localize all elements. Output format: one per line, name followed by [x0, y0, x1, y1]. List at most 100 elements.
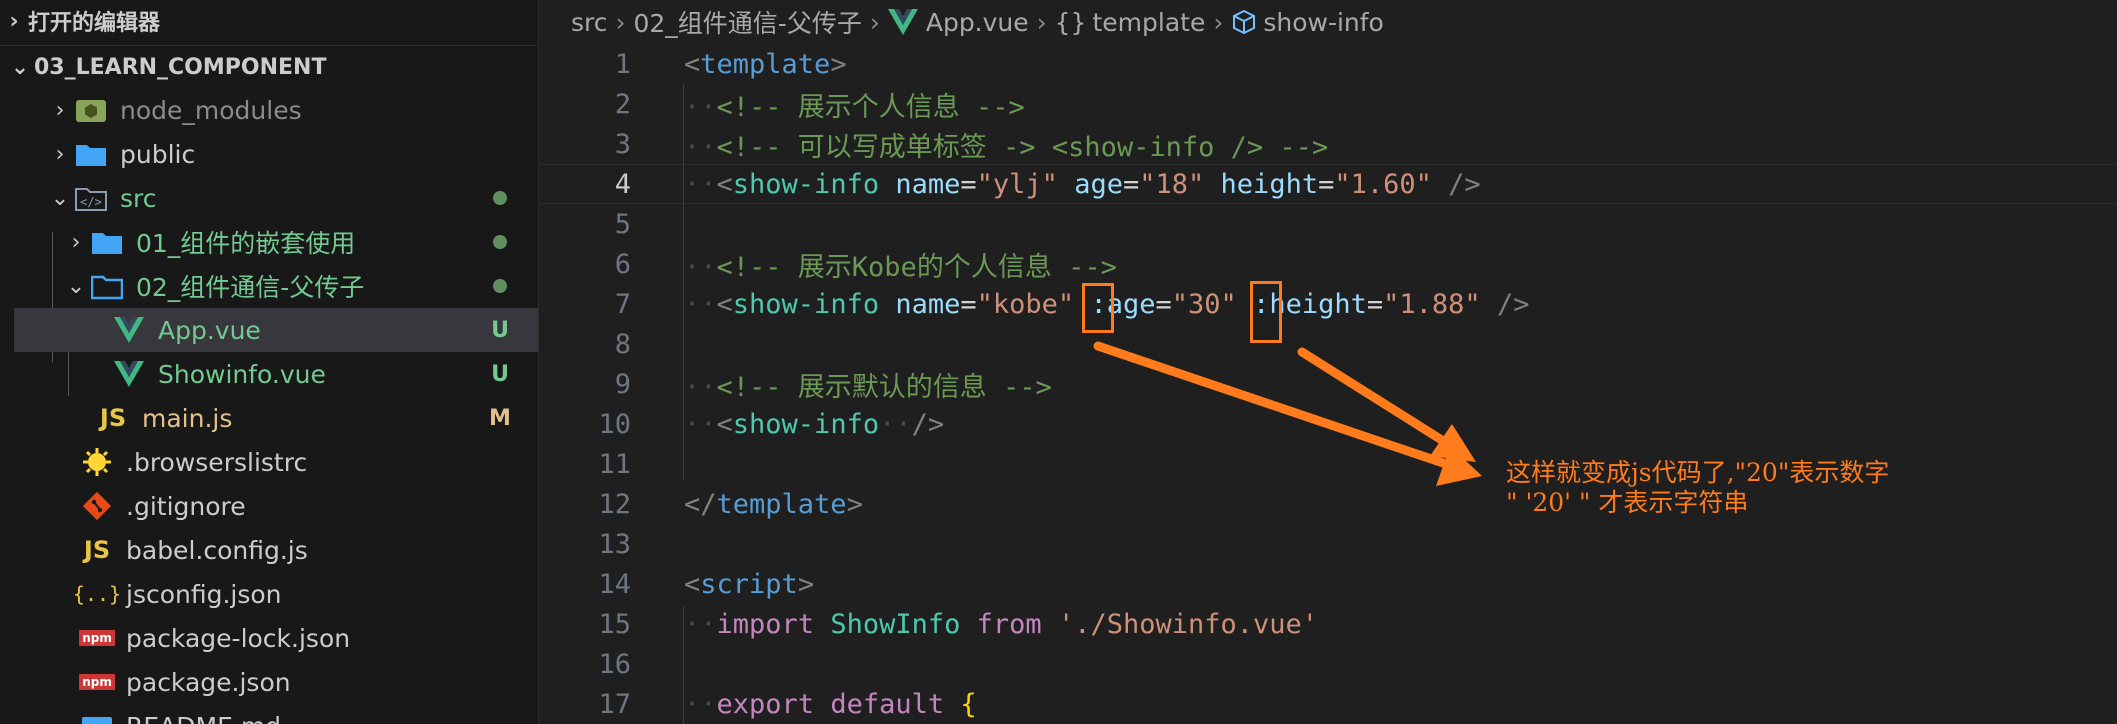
browserslist-icon: [80, 447, 114, 477]
vue-icon: [112, 315, 146, 345]
chevron-down-icon: ⌄: [66, 273, 86, 299]
tree-item-jsconfig[interactable]: {..} jsconfig.json: [14, 572, 538, 616]
breadcrumb-src[interactable]: src: [571, 8, 608, 37]
chevron-right-icon: ›: [71, 229, 81, 255]
chevron-right-icon: ›: [869, 7, 880, 37]
tree-item-main-js[interactable]: JS main.js M: [14, 396, 538, 440]
line-number: 1: [614, 48, 631, 80]
vue-icon: [887, 9, 918, 35]
open-editors-header[interactable]: › 打开的编辑器: [0, 0, 538, 42]
modified-dot-badge: [480, 274, 520, 299]
code-line: 7 ··<show-info name="kobe" :age="30" :he…: [539, 284, 2117, 324]
tree-item-folder-02[interactable]: ⌄ 02_组件通信-父传子: [14, 264, 538, 308]
line-number: 13: [598, 528, 631, 560]
breadcrumb-folder[interactable]: 02_组件通信-父传子: [634, 4, 862, 40]
tree-item-src[interactable]: ⌄ </> src: [14, 176, 538, 220]
token: "30": [1171, 288, 1237, 320]
token: export: [716, 688, 815, 720]
token: name: [895, 168, 961, 200]
token: =: [960, 288, 977, 320]
token: <: [716, 168, 733, 200]
token: template: [700, 48, 831, 80]
token: "kobe": [976, 288, 1075, 320]
tree-item-browserslistrc[interactable]: .browserslistrc: [14, 440, 538, 484]
line-number: 17: [598, 688, 631, 720]
highlight-box-age-colon: [1082, 283, 1114, 333]
token: template: [716, 488, 847, 520]
token: <: [716, 408, 733, 440]
token: =: [1122, 168, 1140, 200]
tree-item-readme[interactable]: README.md: [14, 704, 538, 724]
token: show-info: [732, 288, 880, 320]
token: >: [830, 48, 847, 80]
tree-item-package-lock[interactable]: npm package-lock.json: [14, 616, 538, 660]
token: "18": [1139, 168, 1205, 200]
token: />: [911, 408, 945, 440]
code-line: 8: [539, 324, 2117, 364]
modified-dot-badge: [480, 230, 520, 255]
folder-open-icon: [90, 271, 124, 301]
line-number: 9: [614, 368, 631, 400]
annotation-line-2: " '20' " 才表示字符串: [1506, 488, 1749, 517]
breadcrumb-template[interactable]: template: [1092, 8, 1205, 37]
js-icon: JS: [99, 404, 127, 432]
tree-item-label: App.vue: [158, 315, 261, 345]
token: =: [1318, 168, 1335, 200]
tree-item-folder-01[interactable]: › 01_组件的嵌套使用: [14, 220, 538, 264]
token: show-info: [732, 168, 880, 200]
project-title: 03_LEARN_COMPONENT: [34, 54, 327, 80]
js-icon: JS: [83, 536, 111, 564]
project-header[interactable]: ⌄ 03_LEARN_COMPONENT: [0, 45, 538, 88]
comment: <!-- 展示Kobe的个人信息 -->: [716, 251, 1117, 283]
chevron-down-icon: ⌄: [10, 54, 30, 80]
tree-item-babel-config[interactable]: JS babel.config.js: [14, 528, 538, 572]
line-number: 3: [614, 128, 631, 160]
braces-icon: {}: [1054, 7, 1087, 37]
untracked-badge: U: [491, 361, 509, 387]
line-number: 8: [614, 328, 631, 360]
modified-dot-badge: [480, 186, 520, 211]
tree-item-label: package.json: [126, 667, 291, 697]
breadcrumb-element[interactable]: show-info: [1263, 8, 1384, 37]
code-line: 16: [539, 644, 2117, 684]
chevron-down-icon: ⌄: [50, 185, 70, 211]
comment: <!-- 展示默认的信息 -->: [716, 371, 1052, 403]
tree-item-label: babel.config.js: [126, 535, 308, 565]
line-number: 10: [598, 408, 631, 440]
code-line: 1 <template>: [539, 44, 2117, 84]
explorer-sidebar: › 打开的编辑器 ⌄ 03_LEARN_COMPONENT › node_mod…: [0, 0, 539, 724]
token: </: [684, 488, 717, 520]
line-number: 11: [598, 448, 631, 480]
tree-item-label: 02_组件通信-父传子: [136, 273, 365, 302]
token: default: [830, 688, 945, 720]
token: <: [684, 568, 701, 600]
tree-item-label: .gitignore: [126, 491, 246, 521]
token: from: [976, 608, 1042, 640]
chevron-right-icon: ›: [55, 97, 65, 123]
annotation-note: 这样就变成js代码了,"20"表示数字 " '20' " 才表示字符串: [1506, 458, 2066, 518]
tree-item-node-modules[interactable]: › node_modules: [14, 88, 538, 132]
folder-icon: [74, 139, 108, 169]
code-editor[interactable]: src › 02_组件通信-父传子 › App.vue › {} templat…: [539, 0, 2117, 724]
tree-item-label: README.md: [126, 712, 538, 724]
tree-item-showinfo-vue[interactable]: Showinfo.vue U: [14, 352, 538, 396]
tree-item-gitignore[interactable]: .gitignore: [14, 484, 538, 528]
tree-item-label: 01_组件的嵌套使用: [136, 229, 356, 258]
git-icon: [80, 491, 114, 521]
tree-item-public[interactable]: › public: [14, 132, 538, 176]
token: =: [1155, 288, 1172, 320]
cube-icon: [1231, 9, 1257, 35]
token: height: [1220, 168, 1319, 200]
chevron-right-icon: ›: [9, 8, 19, 34]
untracked-badge: U: [491, 317, 509, 343]
token: />: [1448, 168, 1481, 200]
token: =: [1366, 288, 1384, 320]
code-line: 6 ··<!-- 展示Kobe的个人信息 -->: [539, 244, 2117, 284]
tree-item-package-json[interactable]: npm package.json: [14, 660, 538, 704]
code-line: 9 ··<!-- 展示默认的信息 -->: [539, 364, 2117, 404]
code-line: 14 <script>: [539, 564, 2117, 604]
open-editors-title: 打开的编辑器: [28, 11, 161, 36]
line-number: 12: [598, 488, 631, 520]
tree-item-app-vue[interactable]: App.vue U: [14, 308, 538, 352]
breadcrumb-file[interactable]: App.vue: [926, 8, 1029, 37]
